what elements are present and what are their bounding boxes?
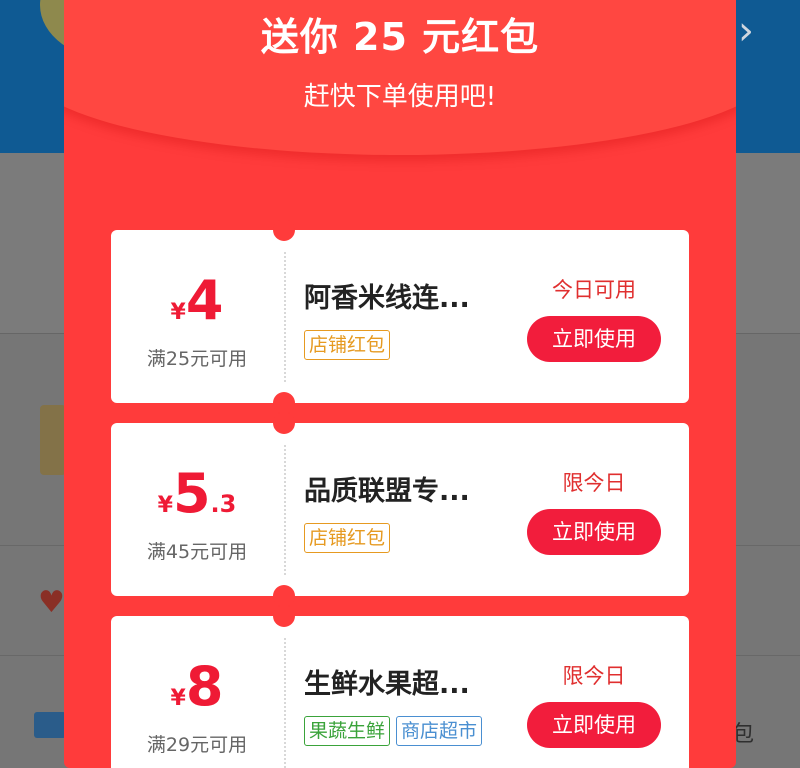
coupon-tag: 商店超市 (396, 716, 483, 746)
coupon-shop-name: 生鲜水果超... (304, 669, 470, 700)
coupon-tags: 果蔬生鲜 商店超市 (304, 716, 483, 746)
coupon-tags: 店铺红包 (304, 330, 391, 360)
coupon-tag: 店铺红包 (304, 330, 391, 360)
coupon-condition: 满29元可用 (146, 734, 248, 756)
crown-icon (40, 405, 66, 475)
coupon-amount: ¥8 (170, 655, 224, 718)
coupon-condition: 满25元可用 (146, 348, 248, 370)
coupon-shop-name: 阿香米线连... (304, 283, 470, 314)
popup-title: 送你 25 元红包 (260, 15, 540, 59)
coupon-divider (284, 252, 286, 382)
coupon-card: ¥8 满29元可用 生鲜水果超... 果蔬生鲜 商店超市 限今日 立即使用 (111, 605, 689, 768)
use-now-button[interactable]: 立即使用 (527, 509, 661, 555)
use-now-button[interactable]: 立即使用 (527, 702, 661, 748)
coupon-validity: 今日可用 (552, 278, 636, 302)
coupon-condition: 满45元可用 (146, 541, 248, 563)
use-now-button[interactable]: 立即使用 (527, 316, 661, 362)
chevron-right-icon: › (738, 8, 754, 54)
coupon-tag: 果蔬生鲜 (304, 716, 391, 746)
coupon-amount: ¥5.3 (157, 462, 237, 525)
coupon-amount: ¥4 (170, 269, 224, 332)
coupon-tag: 店铺红包 (304, 523, 391, 553)
coupon-shop-name: 品质联盟专... (304, 476, 470, 507)
coupon-validity: 限今日 (562, 664, 626, 688)
card-icon (34, 712, 66, 738)
popup-subtitle: 赶快下单使用吧! (303, 82, 497, 112)
coupon-divider (284, 445, 286, 575)
heart-icon: ♥ (38, 585, 65, 620)
red-packet-popup: 送你 25 元红包 赶快下单使用吧! ¥4 满25元可用 阿香米线连... 店铺… (64, 0, 736, 768)
coupon-validity: 限今日 (562, 471, 626, 495)
coupon-card: ¥4 满25元可用 阿香米线连... 店铺红包 今日可用 立即使用 (111, 219, 689, 414)
coupon-tags: 店铺红包 (304, 523, 391, 553)
coupon-divider (284, 638, 286, 768)
coupon-card: ¥5.3 满45元可用 品质联盟专... 店铺红包 限今日 立即使用 (111, 412, 689, 607)
